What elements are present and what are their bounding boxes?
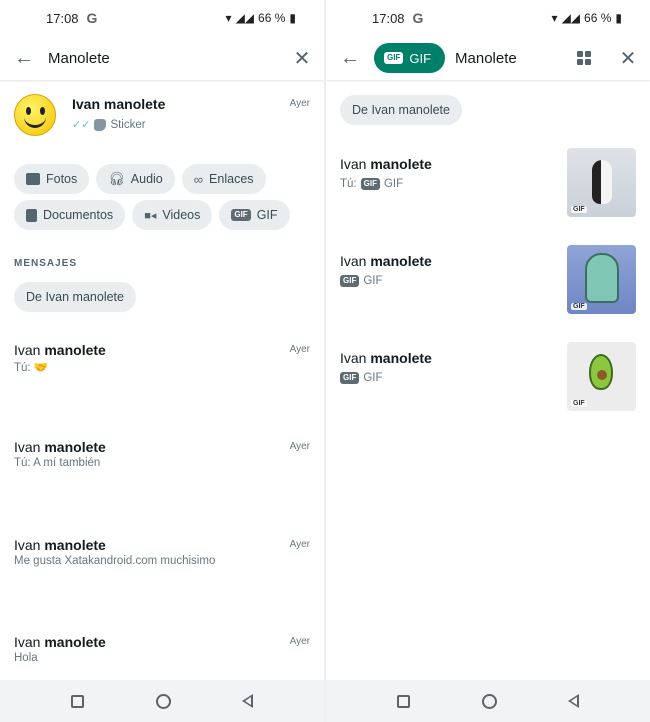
messages-section-title: MENSAJES xyxy=(14,258,78,269)
system-nav-bar xyxy=(0,680,324,722)
message-snippet: Tú: 🤝 xyxy=(14,362,49,374)
message-result[interactable]: Ivan manolete Ayer Hola xyxy=(14,634,310,674)
message-result[interactable]: Ivan manolete Ayer Tú: 🤝 xyxy=(14,342,310,382)
signal-icon: ◢◢ xyxy=(235,11,255,25)
status-bar: 17:08 G ▾ ◢◢ 66 % ▮ xyxy=(326,0,650,36)
sticker-result-name: Ivan manolete xyxy=(72,96,166,112)
clear-search-icon[interactable]: ✕ xyxy=(280,46,324,71)
message-snippet: Hola xyxy=(14,652,38,664)
sticker-icon xyxy=(94,118,107,131)
gif-result[interactable]: Ivan manolete GIF GIF GIF xyxy=(340,245,636,323)
clear-search-icon[interactable]: ✕ xyxy=(606,46,650,71)
gif-result[interactable]: Ivan manolete GIF GIF GIF xyxy=(340,342,636,420)
active-filter-gif[interactable]: GIF GIF xyxy=(374,43,446,73)
filter-documents[interactable]: Documentos xyxy=(14,200,126,230)
search-bar: ← Manolete ✕ xyxy=(0,36,324,80)
message-sender: Ivan manolete xyxy=(14,634,106,650)
filter-videos[interactable]: ■◂ Videos xyxy=(132,200,213,230)
filter-photos[interactable]: Fotos xyxy=(14,164,90,194)
filter-gif[interactable]: GIF GIF xyxy=(219,200,290,230)
nav-back-icon[interactable] xyxy=(241,694,253,708)
message-sender: Ivan manolete xyxy=(14,342,106,358)
sticker-result[interactable]: Ivan manolete ✓✓ Sticker Ayer xyxy=(14,90,310,140)
gif-result[interactable]: Ivan manolete Tú: GIF GIF GIF xyxy=(340,148,636,226)
status-icons: ▾ ◢◢ 66 % ▮ xyxy=(226,11,296,25)
avocado-gif-thumbnail[interactable]: GIF xyxy=(567,342,636,411)
link-icon: ∞ xyxy=(193,171,204,187)
from-contact-chip[interactable]: De Ivan manolete xyxy=(340,95,462,125)
gif-snippet: Tú: GIF GIF xyxy=(340,178,404,190)
document-icon xyxy=(26,208,37,222)
headphones-icon: 🎧︎ xyxy=(108,171,125,186)
home-icon[interactable] xyxy=(155,693,171,709)
message-result[interactable]: Ivan manolete Ayer Me gusta Xatakandroid… xyxy=(14,537,310,577)
gif-icon: GIF xyxy=(384,52,404,64)
recents-icon[interactable] xyxy=(397,694,411,708)
message-snippet: Me gusta Xatakandroid.com muchisimo xyxy=(14,555,216,567)
status-time: 17:08 xyxy=(372,10,405,26)
message-time: Ayer xyxy=(289,441,310,452)
wifi-icon: ▾ xyxy=(225,11,232,25)
gif-snippet: GIF GIF xyxy=(340,275,383,287)
message-result[interactable]: Ivan manolete Ayer Tú: A mí también xyxy=(14,439,310,479)
penguin-gif-thumbnail[interactable]: GIF xyxy=(567,148,636,217)
filter-audio[interactable]: 🎧︎ Audio xyxy=(96,164,175,194)
wifi-icon: ▾ xyxy=(551,11,558,25)
recents-icon[interactable] xyxy=(71,694,85,708)
gif-sender: Ivan manolete xyxy=(340,253,432,269)
signal-icon: ◢◢ xyxy=(561,11,581,25)
battery-level: 66 % xyxy=(258,11,286,25)
google-icon: G xyxy=(412,10,424,26)
gif-icon: GIF xyxy=(340,275,360,287)
message-time: Ayer xyxy=(289,539,310,550)
home-icon[interactable] xyxy=(481,693,497,709)
gif-sender: Ivan manolete xyxy=(340,350,432,366)
message-time: Ayer xyxy=(289,344,310,355)
from-contact-chip[interactable]: De Ivan manolete xyxy=(14,282,136,312)
message-snippet: Tú: A mí también xyxy=(14,457,101,469)
status-icons: ▾ ◢◢ 66 % ▮ xyxy=(552,11,622,25)
message-sender: Ivan manolete xyxy=(14,439,106,455)
search-panel-right: 17:08 G ▾ ◢◢ 66 % ▮ ← GIF GIF Manolete ✕… xyxy=(326,0,650,722)
battery-icon: ▮ xyxy=(615,11,622,25)
search-panel-left: 17:08 G ▾ ◢◢ 66 % ▮ ← Manolete ✕ Ivan ma… xyxy=(0,0,324,722)
sticker-result-time: Ayer xyxy=(289,98,310,109)
gif-icon: GIF xyxy=(340,372,360,384)
image-icon xyxy=(26,173,40,185)
search-bar: ← GIF GIF Manolete ✕ xyxy=(326,36,650,80)
grid-view-icon[interactable] xyxy=(562,51,606,65)
gif-sender: Ivan manolete xyxy=(340,156,432,172)
squidward-gif-thumbnail[interactable]: GIF xyxy=(567,245,636,314)
search-input[interactable]: Manolete xyxy=(455,50,562,67)
system-nav-bar xyxy=(326,680,650,722)
back-arrow-icon[interactable]: ← xyxy=(326,47,374,70)
gif-icon: GIF xyxy=(231,209,251,221)
gif-icon: GIF xyxy=(360,178,380,190)
message-time: Ayer xyxy=(289,636,310,647)
video-icon: ■◂ xyxy=(144,209,157,222)
sticker-result-type: Sticker xyxy=(110,118,146,131)
battery-level: 66 % xyxy=(584,11,612,25)
battery-icon: ▮ xyxy=(289,11,296,25)
message-sender: Ivan manolete xyxy=(14,537,106,553)
status-bar: 17:08 G ▾ ◢◢ 66 % ▮ xyxy=(0,0,324,36)
smiley-sticker-thumbnail xyxy=(14,94,56,136)
double-check-icon: ✓✓ xyxy=(72,119,91,131)
filter-links[interactable]: ∞ Enlaces xyxy=(181,164,266,194)
search-input[interactable]: Manolete xyxy=(48,50,280,67)
nav-back-icon[interactable] xyxy=(567,694,579,708)
status-time: 17:08 xyxy=(46,10,79,26)
gif-snippet: GIF GIF xyxy=(340,372,383,384)
back-arrow-icon[interactable]: ← xyxy=(0,47,48,70)
google-icon: G xyxy=(86,10,98,26)
